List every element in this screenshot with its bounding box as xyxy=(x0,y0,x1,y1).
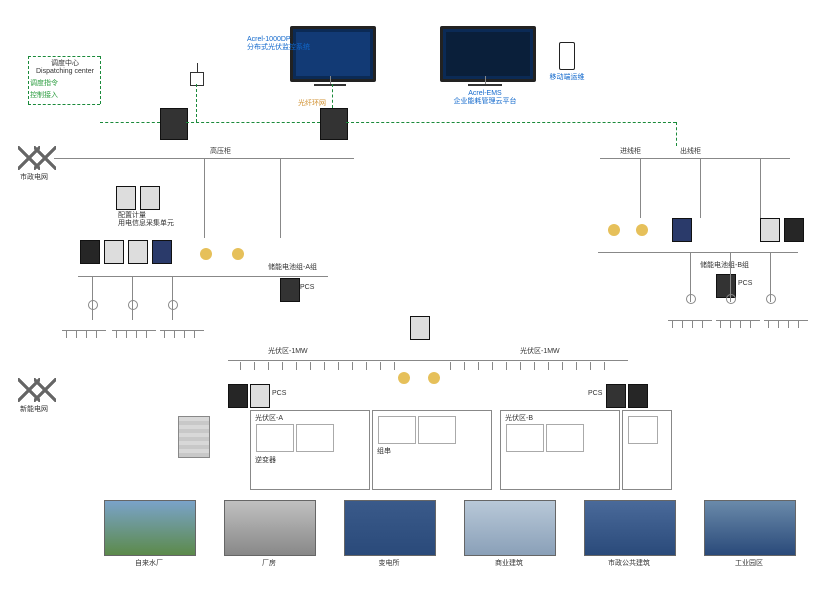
inverter-icon xyxy=(506,424,544,452)
label-pcs: PCS xyxy=(588,390,602,398)
inverter-icon xyxy=(628,416,658,444)
monitor-acrel-ems xyxy=(440,26,536,82)
inverter-icon xyxy=(296,424,334,452)
gateway-left xyxy=(160,108,188,140)
label-acrel-1000dp: Acrel-1000DP分布式光伏监控系统 xyxy=(247,36,287,53)
pv-cell-r1: 光伏区-B xyxy=(500,410,620,490)
busbar-left-top xyxy=(204,158,354,159)
label-out-cabinet: 出线柜 xyxy=(680,148,701,156)
busbar-left-mid xyxy=(78,276,328,277)
label-pcs: PCS xyxy=(300,284,314,292)
caption-6: 工业园区 xyxy=(704,560,794,568)
dispatch-title: 调度中心 Dispatching center xyxy=(30,60,100,77)
phone-icon xyxy=(559,42,575,70)
caption-3: 变电所 xyxy=(344,560,434,568)
inverter-icon xyxy=(378,416,416,444)
meter-device xyxy=(116,186,136,210)
topology-diagram: 调度中心 Dispatching center 调度指令 控制接入 Acrel-… xyxy=(0,0,832,591)
label-pv-l: 光伏区-1MW xyxy=(268,348,308,356)
relay-device xyxy=(80,240,100,264)
dispatch-line1: 调度指令 xyxy=(30,80,58,88)
ct-icon xyxy=(428,372,440,384)
label-in-cabinet: 进线柜 xyxy=(620,148,641,156)
inverter-icon xyxy=(256,424,294,452)
pcs-device xyxy=(606,384,626,408)
label-storage-r: 储能电池组-B组 xyxy=(700,262,749,270)
label-mobile: 移动端运维 xyxy=(545,74,589,82)
caption-2: 厂房 xyxy=(224,560,314,568)
label-acrel-ems: Acrel-EMS企业能耗管理云平台 xyxy=(450,90,520,107)
meter-center xyxy=(410,316,430,340)
site-photo-6 xyxy=(704,500,796,556)
relay-device xyxy=(104,240,124,264)
ct-icon xyxy=(200,248,212,260)
caption-5: 市政公共建筑 xyxy=(584,560,674,568)
pv-cell-r2 xyxy=(622,410,672,490)
label-pcs: PCS xyxy=(272,390,286,398)
caption-4: 商业建筑 xyxy=(464,560,554,568)
pv-cell-l1: 光伏区-A 逆变器 xyxy=(250,410,370,490)
site-photo-1 xyxy=(104,500,196,556)
meter-device xyxy=(140,186,160,210)
gateway-right xyxy=(320,108,348,140)
relay-device xyxy=(228,384,248,408)
busbar-center xyxy=(228,360,628,361)
label-pv-r: 光伏区-1MW xyxy=(520,348,560,356)
dispatch-frame-r xyxy=(100,56,102,104)
label-storage-l: 储能电池组-A组 xyxy=(268,264,317,272)
relay-device xyxy=(628,384,648,408)
site-photo-5 xyxy=(584,500,676,556)
label-pcs-r: PCS xyxy=(738,280,752,288)
label-fiber-ring: 光纤环网 xyxy=(298,100,326,108)
cabinet-icon xyxy=(178,416,210,458)
inverter-icon xyxy=(418,416,456,444)
relay-device xyxy=(784,218,804,242)
pylon-icon xyxy=(34,146,56,170)
site-photo-2 xyxy=(224,500,316,556)
site-photo-4 xyxy=(464,500,556,556)
meter-note: 配置计量用电信息采集单元 xyxy=(118,212,178,229)
relay-device xyxy=(152,240,172,264)
relay-device xyxy=(760,218,780,242)
pv-cell-l2: 组串 xyxy=(372,410,492,490)
busbar-right-mid xyxy=(598,252,798,253)
label-hv-cabinet: 高压柜 xyxy=(210,148,231,156)
ct-icon xyxy=(636,224,648,236)
pylon-icon xyxy=(34,378,56,402)
busbar-right-top xyxy=(600,158,790,159)
dispatch-frame-t xyxy=(28,56,100,58)
relay-device xyxy=(672,218,692,242)
dispatch-frame-b xyxy=(28,104,100,106)
monitor-acrel-1000dp xyxy=(290,26,376,82)
label-left-grid: 市政电网 xyxy=(20,174,48,182)
relay-device xyxy=(250,384,270,408)
dispatch-line2: 控制接入 xyxy=(30,92,58,100)
label-bottom-grid: 新能电网 xyxy=(20,406,48,414)
inverter-icon xyxy=(546,424,584,452)
caption-1: 自来水厂 xyxy=(104,560,194,568)
relay-device xyxy=(128,240,148,264)
ct-icon xyxy=(232,248,244,260)
ct-icon xyxy=(398,372,410,384)
ct-icon xyxy=(608,224,620,236)
pcs-device xyxy=(280,278,300,302)
site-photo-3 xyxy=(344,500,436,556)
